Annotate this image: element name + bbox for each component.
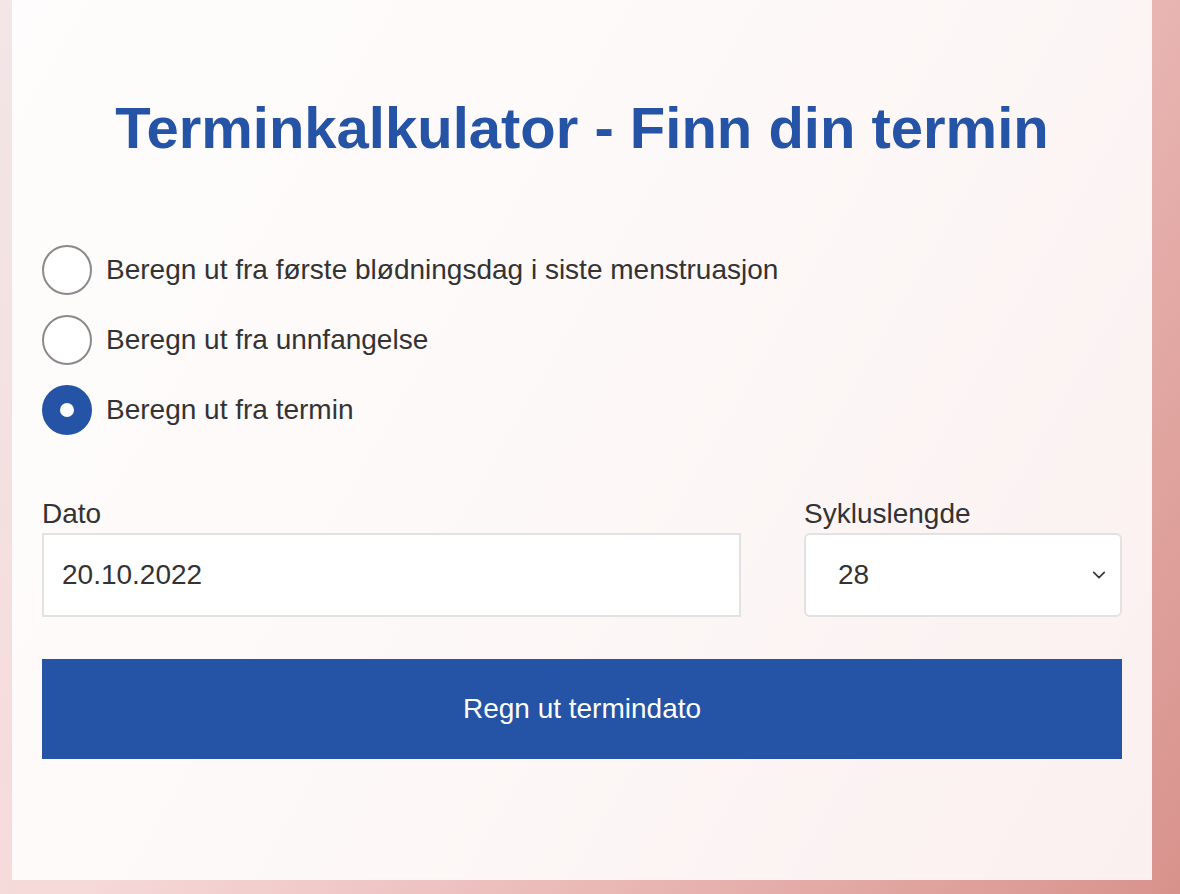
calculate-button[interactable]: Regn ut termindato — [42, 659, 1122, 759]
page-title: Terminkalkulator - Finn din termin — [102, 88, 1062, 167]
date-input[interactable] — [42, 533, 741, 617]
option-label[interactable]: Beregn ut fra unnfangelse — [106, 319, 428, 361]
cycle-field: Sykluslengde28 — [804, 497, 1122, 617]
date-label: Dato — [42, 497, 741, 531]
radio-dot — [60, 403, 74, 417]
date-field: Dato — [42, 497, 741, 617]
cycle-label: Sykluslengde — [804, 497, 1122, 531]
cycle-select[interactable]: 28 — [804, 533, 1122, 617]
radio-button[interactable] — [42, 315, 92, 365]
method-options: Beregn ut fra første blødningsdag i sist… — [42, 245, 1122, 435]
radio-button[interactable] — [42, 245, 92, 295]
input-fields: Dato Sykluslengde28 — [42, 497, 1122, 617]
method-option[interactable]: Beregn ut fra termin — [42, 385, 1122, 435]
radio-button[interactable] — [42, 385, 92, 435]
calculator-panel: Terminkalkulator - Finn din termin Beregn… — [12, 0, 1152, 880]
method-option[interactable]: Beregn ut fra første blødningsdag i sist… — [42, 245, 1122, 295]
option-label[interactable]: Beregn ut fra termin — [106, 389, 353, 431]
method-option[interactable]: Beregn ut fra unnfangelse — [42, 315, 1122, 365]
option-label[interactable]: Beregn ut fra første blødningsdag i sist… — [106, 249, 778, 291]
